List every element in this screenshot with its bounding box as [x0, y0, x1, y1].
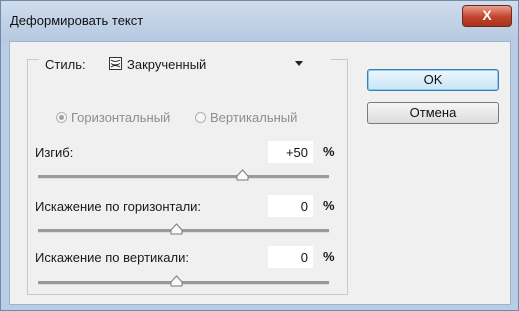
radio-vertical-indicator[interactable] [195, 112, 206, 123]
style-value: Закрученный [127, 57, 207, 72]
hdist-slider-track[interactable] [38, 229, 329, 233]
hdist-slider-thumb[interactable] [170, 223, 183, 235]
warp-text-dialog: Деформировать текст X Стиль: Закрученный… [0, 0, 519, 311]
hdist-unit: % [323, 198, 335, 213]
cancel-button[interactable]: Отмена [367, 102, 499, 124]
style-label: Стиль: [45, 57, 86, 72]
radio-horizontal[interactable]: Горизонтальный [56, 110, 170, 125]
vdist-input[interactable] [268, 246, 313, 268]
close-button[interactable]: X [462, 5, 512, 27]
vdist-unit: % [323, 249, 335, 264]
radio-vertical[interactable]: Вертикальный [195, 110, 297, 125]
vdist-slider-track[interactable] [38, 281, 329, 285]
warp-twist-icon [109, 57, 122, 70]
style-dropdown[interactable]: Стиль: Закрученный [39, 53, 331, 75]
title-bar[interactable]: Деформировать текст X [1, 1, 518, 41]
bend-unit: % [323, 144, 335, 159]
dialog-body: Стиль: Закрученный Горизонтальный Вертик… [9, 41, 511, 305]
radio-horizontal-indicator[interactable] [56, 112, 67, 123]
dialog-title: Деформировать текст [10, 13, 144, 28]
hdist-input[interactable] [268, 195, 313, 217]
bend-input[interactable] [268, 141, 313, 163]
radio-horizontal-label: Горизонтальный [71, 110, 171, 125]
chevron-down-icon[interactable] [295, 61, 303, 66]
bend-slider-track[interactable] [38, 175, 329, 179]
bend-label: Изгиб: [35, 145, 74, 160]
ok-button[interactable]: OK [367, 69, 499, 91]
bend-slider-thumb[interactable] [236, 169, 249, 181]
vdist-label: Искажение по вертикали: [35, 250, 189, 265]
radio-vertical-label: Вертикальный [210, 110, 298, 125]
close-icon: X [482, 7, 492, 23]
hdist-label: Искажение по горизонтали: [35, 199, 202, 214]
vdist-slider-thumb[interactable] [170, 275, 183, 287]
